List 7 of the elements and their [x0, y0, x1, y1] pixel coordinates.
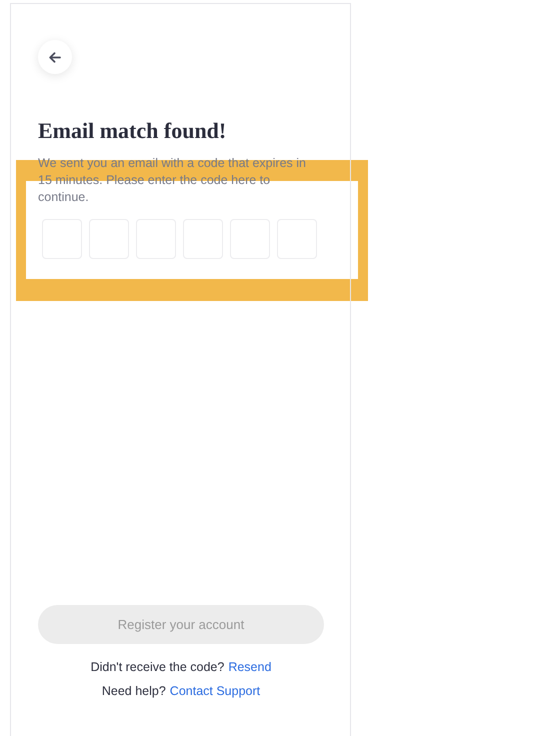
page-title: Email match found!	[38, 117, 228, 145]
help-text: Need help?	[102, 683, 166, 700]
help-link[interactable]: Contact Support	[170, 683, 260, 700]
back-arrow-icon	[49, 52, 61, 62]
back-button[interactable]	[38, 40, 72, 74]
help-text: Didn't receive the code?	[90, 659, 224, 676]
help-link[interactable]: Resend	[228, 659, 272, 676]
